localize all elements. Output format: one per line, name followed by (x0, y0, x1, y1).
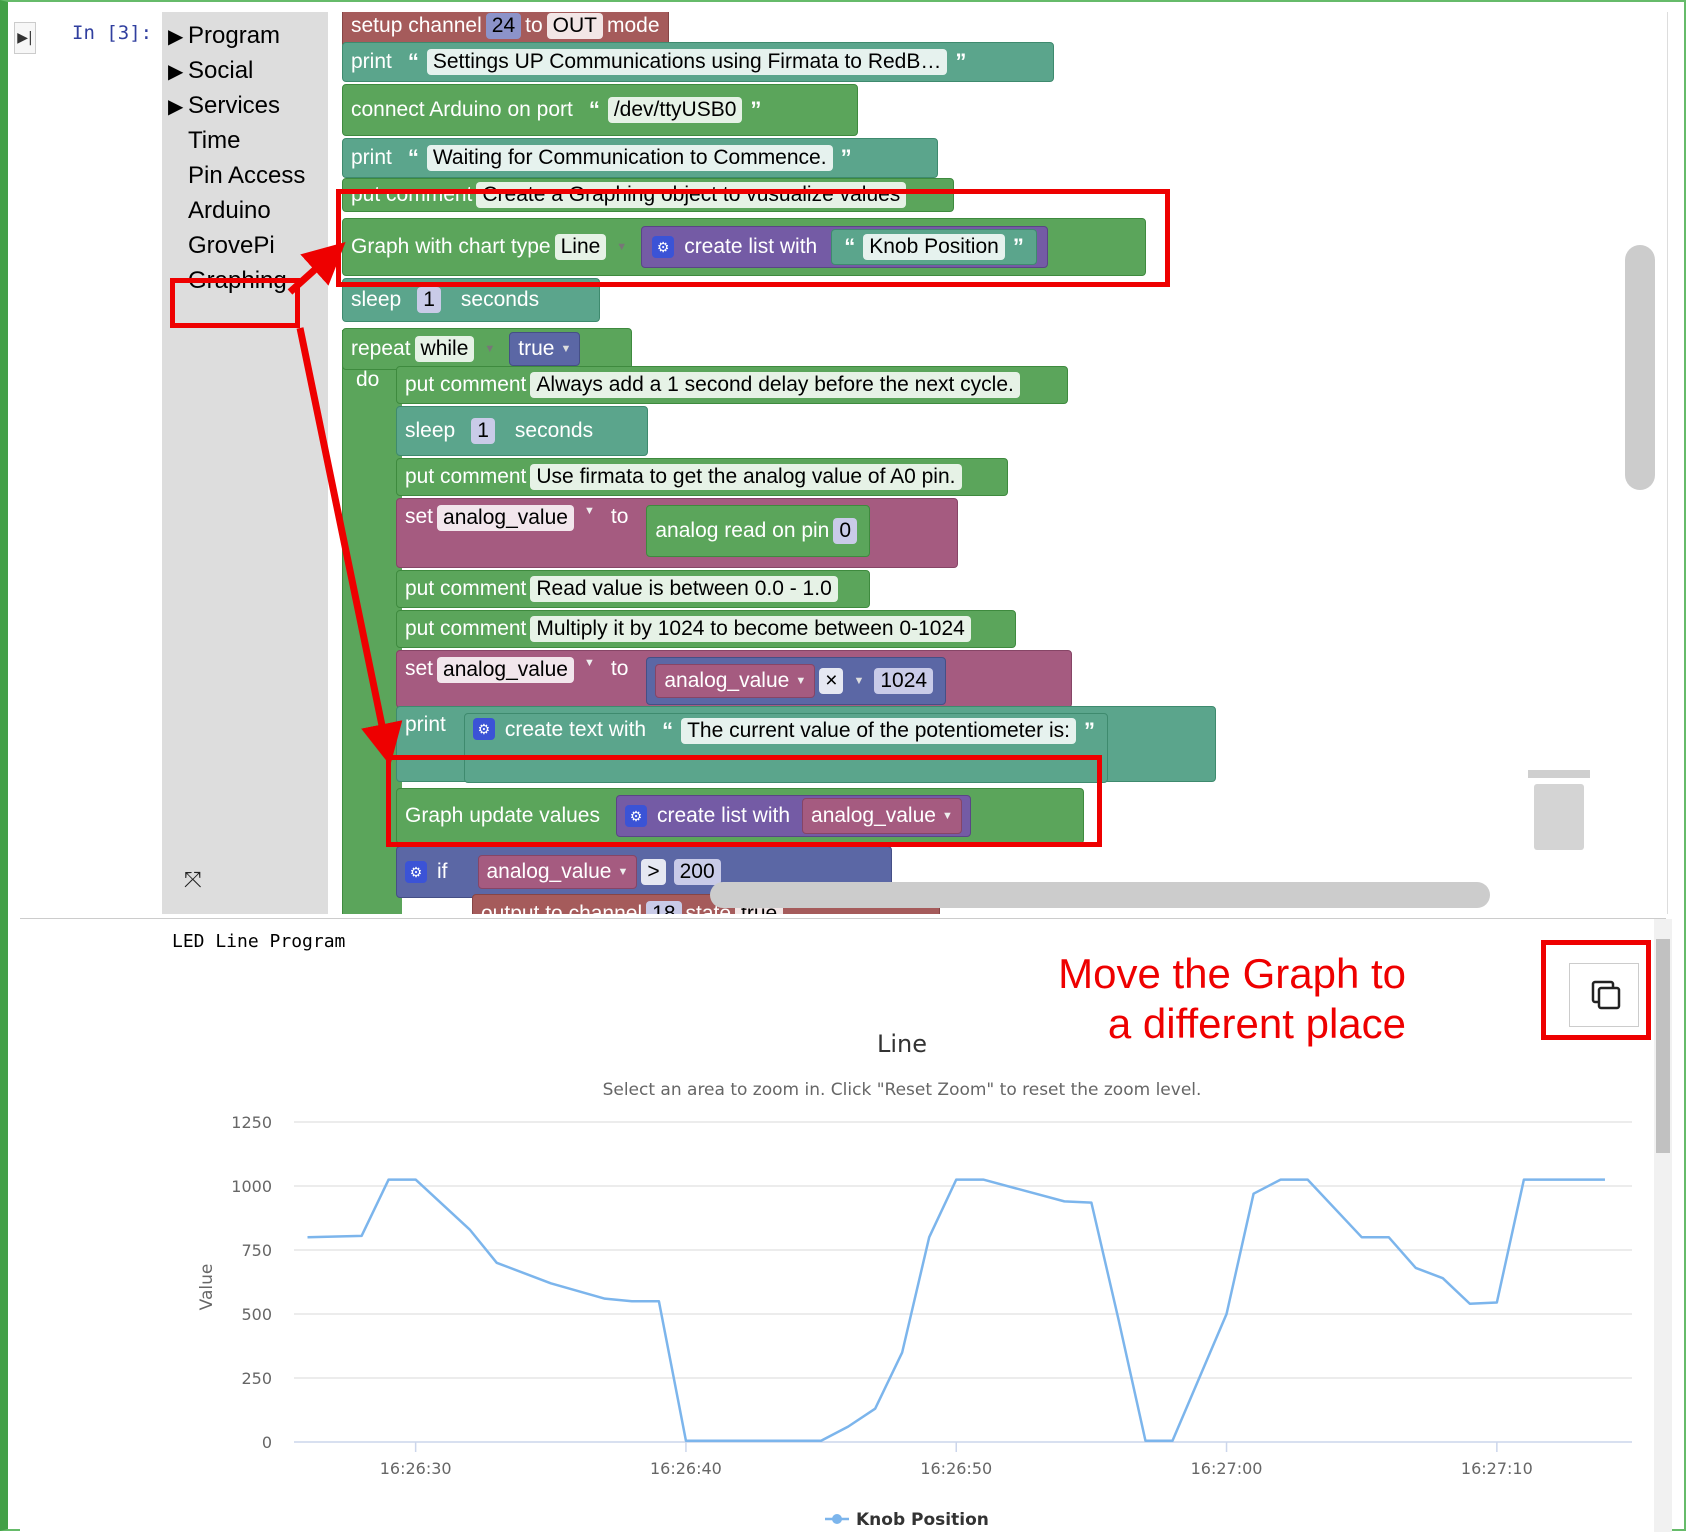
toolbox-item-program[interactable]: ▶ Program (168, 22, 280, 50)
gear-icon[interactable]: ⚙ (472, 718, 495, 740)
put-comment-block[interactable]: put comment Multiply it by 1024 to become… (396, 610, 1016, 648)
if-do-label: do (412, 902, 436, 914)
legend-marker (832, 1514, 842, 1524)
highlight-graph-update-box (386, 755, 1102, 847)
y-tick-label: 1000 (231, 1177, 272, 1196)
highlight-graphing-box (170, 278, 300, 328)
print-block[interactable]: print “Waiting for Communication to Comme… (342, 138, 938, 178)
fullscreen-icon[interactable]: ⤧ (184, 868, 202, 893)
legend-label[interactable]: Knob Position (856, 1510, 989, 1530)
chart-subtitle: Select an area to zoom in. Click "Reset … (603, 1080, 1202, 1100)
line-chart[interactable]: Line Select an area to zoom in. Click "R… (20, 919, 1650, 1532)
x-tick-label: 16:27:00 (1191, 1459, 1263, 1478)
workspace-vertical-scrollbar[interactable] (1625, 245, 1655, 490)
print-block[interactable]: print “Settings UP Communications using F… (342, 42, 1054, 82)
y-tick-label: 0 (262, 1433, 272, 1452)
y-tick-label: 1250 (231, 1113, 272, 1132)
gear-icon[interactable]: ⚙ (405, 861, 427, 883)
run-cell-icon[interactable]: ▶| (14, 22, 36, 54)
x-tick-label: 16:27:10 (1461, 1459, 1533, 1478)
put-comment-block[interactable]: put comment Use firmata to get the analog… (396, 458, 1008, 496)
toolbox-item-social[interactable]: ▶ Social (168, 57, 253, 85)
variable-block[interactable]: analog_value ▼ (655, 664, 816, 698)
analog-read-block[interactable]: analog read on pin 0 (646, 505, 871, 557)
cell-prompt: In [3]: (72, 22, 153, 44)
put-comment-block[interactable]: put comment Always add a 1 second delay b… (396, 366, 1068, 404)
set-variable-block[interactable]: set analog_value ▼ to analog_value ▼ × ▼ 1024 (396, 650, 1072, 708)
sleep-block[interactable]: sleep 1 seconds (396, 406, 648, 456)
repeat-do-label: do (356, 368, 380, 391)
output-scrollbar[interactable] (1654, 919, 1672, 1532)
blockly-toolbox: ▶ Program ▶ Social ▶ Services Time Pin Acce… (162, 12, 328, 914)
put-comment-block[interactable]: put comment Read value is between 0.0 - 1… (396, 570, 870, 608)
toolbox-item-time[interactable]: Time (168, 127, 240, 155)
trash-icon[interactable] (1528, 770, 1590, 850)
expand-arrow-icon: ▶ (168, 61, 184, 83)
y-tick-label: 250 (241, 1369, 272, 1388)
x-tick-label: 16:26:50 (920, 1459, 992, 1478)
highlight-graph-create-box (336, 189, 1170, 287)
expand-arrow-icon: ▶ (168, 96, 184, 118)
toolbox-item-services[interactable]: ▶ Services (168, 92, 280, 120)
output-scrollbar-thumb[interactable] (1656, 939, 1670, 1153)
x-tick-label: 16:26:30 (380, 1459, 452, 1478)
toolbox-item-grovepi[interactable]: GrovePi (168, 232, 275, 260)
set-variable-block[interactable]: set analog_value ▼ to analog read on pin 0 (396, 498, 958, 568)
arithmetic-block[interactable]: analog_value ▼ × ▼ 1024 (646, 657, 947, 705)
toolbox-item-pin-access[interactable]: Pin Access (168, 162, 305, 190)
boolean-block[interactable]: true ▼ (509, 332, 581, 366)
repeat-while-block[interactable]: repeat while ▼ true ▼ (342, 328, 632, 370)
series-line-knob-position[interactable] (307, 1178, 1605, 1442)
chart-legend[interactable]: Knob Position (825, 1510, 989, 1530)
y-tick-label: 500 (241, 1305, 272, 1324)
cell-output: LED Line Program Move the Graph to a dif… (20, 918, 1672, 1532)
y-tick-label: 750 (241, 1241, 272, 1260)
expand-arrow-icon: ▶ (168, 26, 184, 48)
variable-block[interactable]: analog_value ▼ (477, 855, 638, 889)
connect-arduino-block[interactable]: connect Arduino on port “/dev/ttyUSB0” (342, 84, 858, 136)
chart-title: Line (877, 1030, 927, 1058)
x-tick-label: 16:26:40 (650, 1459, 722, 1478)
workspace-horizontal-scrollbar[interactable] (710, 882, 1490, 908)
y-axis-label: Value (197, 1264, 217, 1311)
toolbox-item-arduino[interactable]: Arduino (168, 197, 271, 225)
